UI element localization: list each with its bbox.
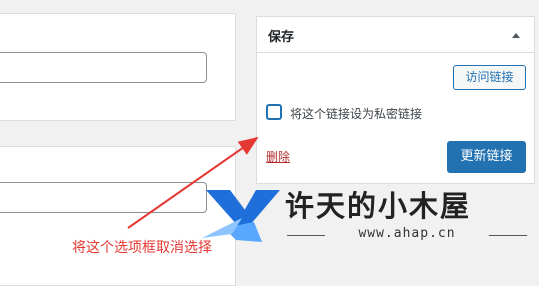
divider	[489, 235, 527, 236]
x-logo-icon	[202, 190, 280, 242]
watermark-url-row: www.ahap.cn	[287, 226, 527, 244]
annotation-text: 将这个选项框取消选择	[72, 240, 212, 256]
watermark-title: 许天的小木屋	[285, 189, 472, 223]
watermark-url: www.ahap.cn	[358, 226, 456, 241]
